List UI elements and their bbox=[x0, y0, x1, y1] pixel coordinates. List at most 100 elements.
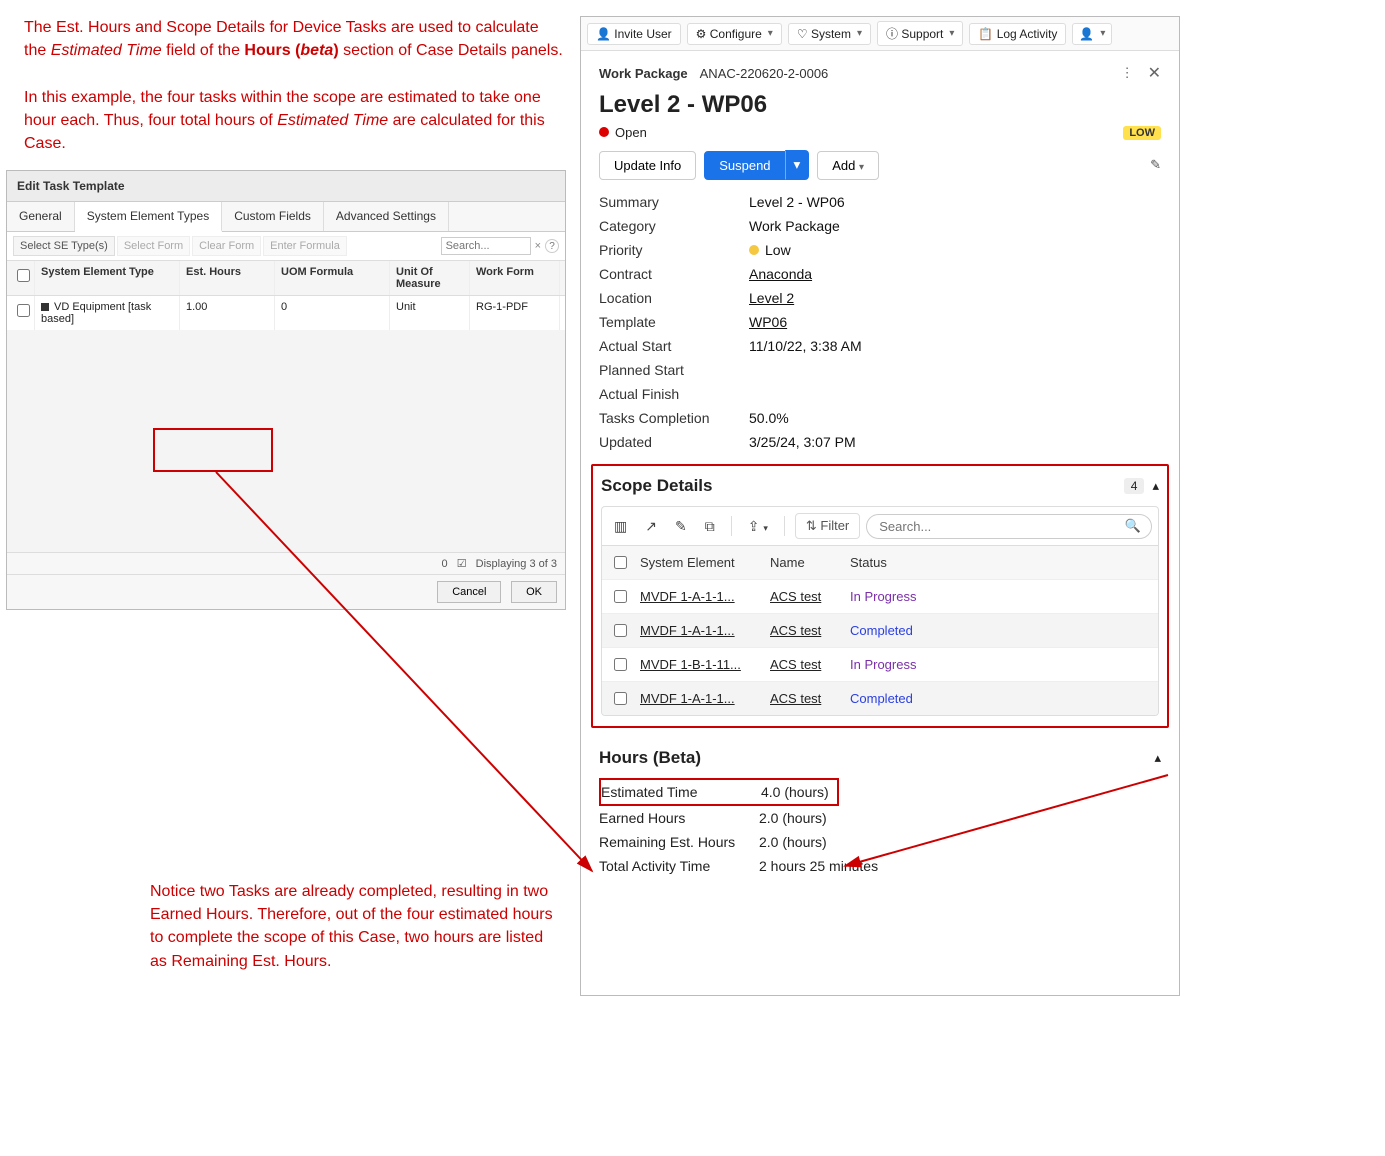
system-element-link[interactable]: MVDF 1-A-1-1... bbox=[640, 589, 735, 604]
row-wf-value: RG-1-PDF bbox=[470, 296, 560, 330]
col-name[interactable]: Name bbox=[762, 548, 842, 577]
system-element-link[interactable]: MVDF 1-A-1-1... bbox=[640, 623, 735, 638]
row-checkbox[interactable] bbox=[614, 624, 627, 637]
enter-formula-button[interactable]: Enter Formula bbox=[263, 236, 347, 256]
col-est-hours[interactable]: Est. Hours bbox=[180, 261, 275, 295]
col-system-element[interactable]: System Element bbox=[632, 548, 762, 577]
col-work-form[interactable]: Work Form bbox=[470, 261, 560, 295]
field-row: Actual Finish bbox=[599, 382, 1161, 406]
help-icon[interactable]: ? bbox=[545, 239, 559, 253]
row-checkbox[interactable] bbox=[17, 304, 30, 317]
export-icon[interactable]: ⇪ ▾ bbox=[742, 514, 774, 539]
col-unit-of-measure[interactable]: Unit Of Measure bbox=[390, 261, 470, 295]
more-icon[interactable]: ⋮ bbox=[1121, 65, 1134, 81]
close-icon[interactable]: ✕ bbox=[1148, 63, 1161, 83]
update-info-button[interactable]: Update Info bbox=[599, 151, 696, 180]
scope-row[interactable]: MVDF 1-A-1-1... ACS test Completed bbox=[602, 681, 1158, 715]
field-row: LocationLevel 2 bbox=[599, 286, 1161, 310]
invite-user-button[interactable]: 👤 Invite User bbox=[587, 23, 681, 45]
hours-row: Total Activity Time2 hours 25 minutes bbox=[599, 854, 1161, 878]
status-label: Open bbox=[615, 125, 647, 140]
scope-row[interactable]: MVDF 1-A-1-1...ACS testCompleted bbox=[602, 613, 1158, 647]
system-element-link[interactable]: MVDF 1-B-1-11... bbox=[640, 657, 741, 672]
field-value: Low bbox=[749, 242, 1161, 258]
row-checkbox[interactable] bbox=[614, 658, 627, 671]
field-row: Updated3/25/24, 3:07 PM bbox=[599, 430, 1161, 454]
field-row: Planned Start bbox=[599, 358, 1161, 382]
field-label: Planned Start bbox=[599, 362, 749, 378]
log-activity-button[interactable]: 📋 Log Activity bbox=[969, 23, 1066, 45]
hours-value: 4.0 (hours) bbox=[761, 784, 829, 800]
name-link[interactable]: ACS test bbox=[770, 589, 821, 604]
scope-details-section: Scope Details 4▴ ▥ ↗ ✎ ⧉ ⇪ ▾ ⇅ Filter 🔍 … bbox=[591, 464, 1169, 728]
scope-title: Scope Details bbox=[601, 476, 713, 496]
tab-general[interactable]: General bbox=[7, 202, 75, 231]
edit-tabs: General System Element Types Custom Fiel… bbox=[7, 201, 565, 232]
scope-search-input[interactable] bbox=[877, 518, 1125, 535]
tab-custom-fields[interactable]: Custom Fields bbox=[222, 202, 324, 231]
field-value[interactable]: Anaconda bbox=[749, 266, 1161, 282]
row-bullet-icon bbox=[41, 303, 49, 311]
suspend-dropdown-button[interactable]: ▾ bbox=[785, 150, 810, 180]
hours-label: Remaining Est. Hours bbox=[599, 834, 759, 850]
col-uom-formula[interactable]: UOM Formula bbox=[275, 261, 390, 295]
tab-advanced-settings[interactable]: Advanced Settings bbox=[324, 202, 449, 231]
clear-search-icon[interactable]: × bbox=[535, 240, 541, 252]
collapse-icon[interactable]: ▴ bbox=[1154, 750, 1161, 766]
edit-search-input[interactable] bbox=[441, 237, 531, 255]
scope-select-all[interactable] bbox=[614, 556, 627, 569]
name-link[interactable]: ACS test bbox=[770, 657, 821, 672]
hours-row: Remaining Est. Hours2.0 (hours) bbox=[599, 830, 1161, 854]
hours-label: Estimated Time bbox=[601, 784, 761, 800]
system-button[interactable]: ♡ System▾ bbox=[788, 23, 871, 45]
col-system-element-type[interactable]: System Element Type bbox=[35, 261, 180, 295]
support-button[interactable]: ⓘ Support▾ bbox=[877, 21, 963, 46]
field-row: TemplateWP06 bbox=[599, 310, 1161, 334]
edit-pencil-icon[interactable]: ✎ bbox=[1150, 157, 1161, 173]
name-link[interactable]: ACS test bbox=[770, 623, 821, 638]
add-button[interactable]: Add ▾ bbox=[817, 151, 879, 180]
system-element-link[interactable]: MVDF 1-A-1-1... bbox=[640, 691, 735, 706]
edit-grid-row[interactable]: VD Equipment [task based] 1.00 0 Unit RG… bbox=[7, 296, 565, 330]
scope-count: 4 bbox=[1124, 478, 1145, 494]
name-link[interactable]: ACS test bbox=[770, 691, 821, 706]
field-value[interactable]: WP06 bbox=[749, 314, 1161, 330]
columns-icon[interactable]: ▥ bbox=[608, 514, 633, 539]
configure-button[interactable]: ⚙ Configure▾ bbox=[687, 23, 782, 45]
selected-count: 0 bbox=[442, 558, 448, 570]
grid-display-status: Displaying 3 of 3 bbox=[476, 558, 557, 570]
scope-header-row: System Element Name Status bbox=[602, 546, 1158, 579]
user-menu-button[interactable]: 👤▾ bbox=[1072, 23, 1112, 45]
cancel-button[interactable]: Cancel bbox=[437, 581, 501, 603]
row-est-value: 1.00 bbox=[180, 296, 275, 330]
scope-search[interactable]: 🔍 bbox=[866, 514, 1152, 539]
filter-button[interactable]: ⇅ Filter bbox=[795, 513, 860, 539]
open-icon[interactable]: ↗ bbox=[639, 514, 663, 539]
collapse-icon[interactable]: ▴ bbox=[1152, 478, 1159, 493]
field-row: CategoryWork Package bbox=[599, 214, 1161, 238]
tab-system-element-types[interactable]: System Element Types bbox=[75, 202, 223, 232]
edit-icon[interactable]: ✎ bbox=[669, 514, 693, 539]
breadcrumb-id: ANAC-220620-2-0006 bbox=[700, 66, 829, 81]
scope-row[interactable]: MVDF 1-A-1-1...ACS testIn Progress bbox=[602, 579, 1158, 613]
search-icon[interactable]: 🔍 bbox=[1125, 518, 1141, 534]
select-form-button[interactable]: Select Form bbox=[117, 236, 190, 256]
edit-panel-title: Edit Task Template bbox=[7, 171, 565, 201]
field-label: Priority bbox=[599, 242, 749, 258]
clear-form-button[interactable]: Clear Form bbox=[192, 236, 261, 256]
col-status[interactable]: Status bbox=[842, 548, 942, 577]
row-checkbox[interactable] bbox=[614, 692, 627, 705]
select-se-types-button[interactable]: Select SE Type(s) bbox=[13, 236, 115, 256]
field-value[interactable]: Level 2 bbox=[749, 290, 1161, 306]
scope-row[interactable]: MVDF 1-B-1-11...ACS testIn Progress bbox=[602, 647, 1158, 681]
status-value: Completed bbox=[850, 691, 913, 706]
row-um-value: Unit bbox=[390, 296, 470, 330]
field-value: Level 2 - WP06 bbox=[749, 194, 1161, 210]
select-all-checkbox[interactable] bbox=[17, 269, 30, 282]
field-value: 50.0% bbox=[749, 410, 1161, 426]
duplicate-icon[interactable]: ⧉ bbox=[699, 514, 721, 539]
priority-badge: LOW bbox=[1123, 126, 1161, 140]
ok-button[interactable]: OK bbox=[511, 581, 557, 603]
suspend-button[interactable]: Suspend bbox=[704, 151, 785, 180]
row-checkbox[interactable] bbox=[614, 590, 627, 603]
